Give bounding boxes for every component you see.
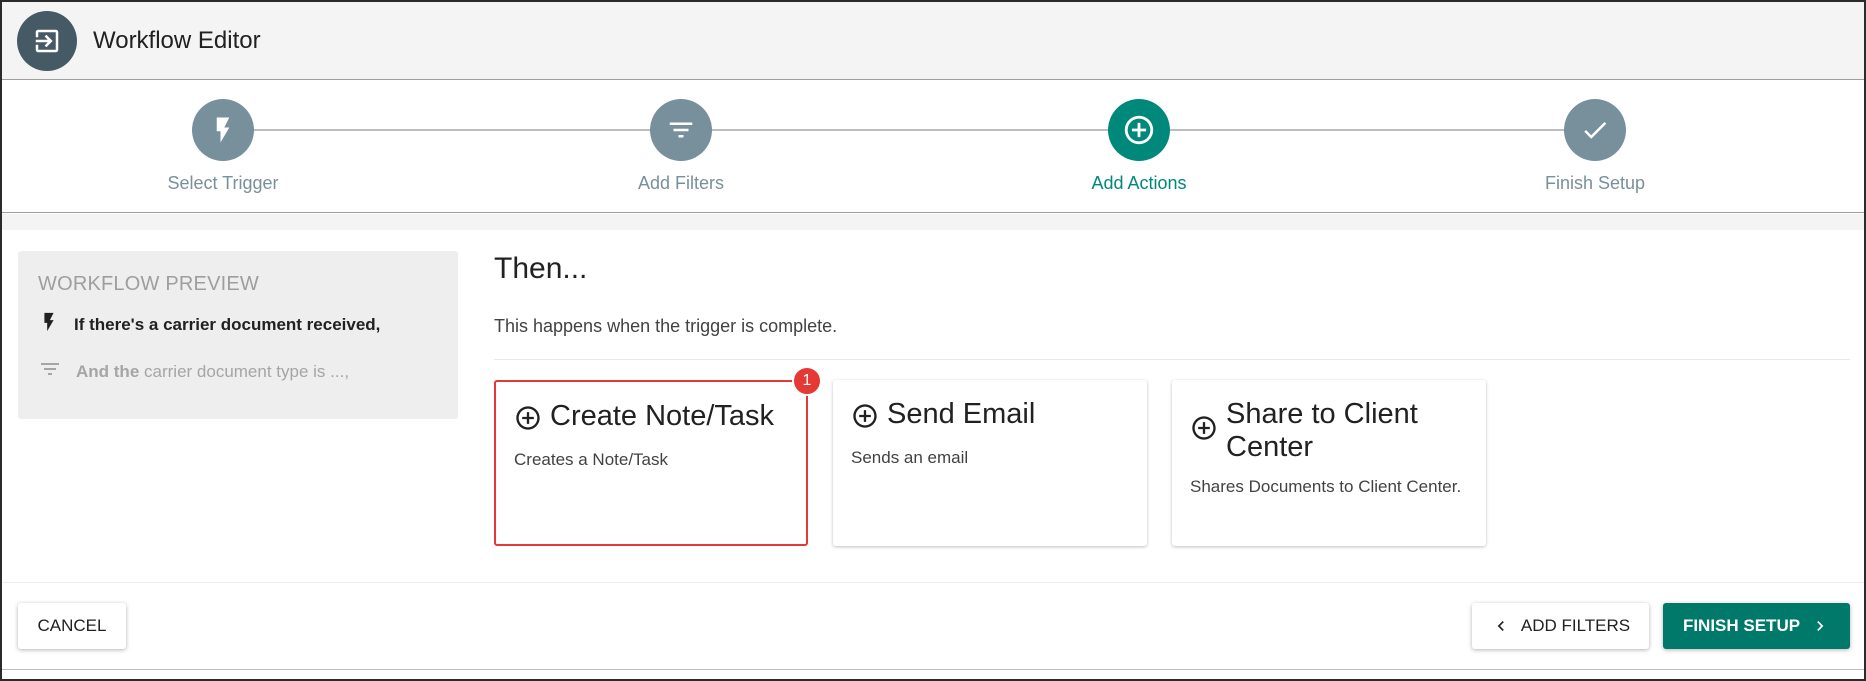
preview-filter-text: And the carrier document type is ..., xyxy=(76,362,349,382)
section-subtitle: This happens when the trigger is complet… xyxy=(494,316,838,336)
card-title: Create Note/Task xyxy=(550,400,775,432)
step-select-trigger[interactable]: Select Trigger xyxy=(113,99,333,194)
filter-icon xyxy=(650,99,712,161)
preview-filter-row: And the carrier document type is ..., xyxy=(38,357,438,386)
step-label: Finish Setup xyxy=(1544,173,1646,193)
bolt-icon xyxy=(38,310,60,339)
back-to-add-filters-button[interactable]: ADD FILTERS xyxy=(1472,603,1649,649)
card-description: Sends an email xyxy=(851,448,969,467)
bolt-icon xyxy=(192,99,254,161)
card-title: Share to Client Center xyxy=(1226,398,1418,463)
card-description: Creates a Note/Task xyxy=(514,450,669,469)
chevron-left-icon xyxy=(1491,616,1511,636)
add-circle-icon xyxy=(1108,99,1170,161)
card-description: Shares Documents to Client Center. xyxy=(1190,477,1462,496)
workflow-preview-panel: WORKFLOW PREVIEW If there's a carrier do… xyxy=(18,251,458,419)
finish-button-label: FINISH SETUP xyxy=(1682,616,1801,635)
preview-trigger-text: If there's a carrier document received, xyxy=(74,314,381,334)
cancel-button[interactable]: CANCEL xyxy=(18,603,126,649)
finish-setup-button[interactable]: FINISH SETUP xyxy=(1663,603,1850,649)
section-heading: Then... xyxy=(494,252,588,285)
step-finish-setup[interactable]: Finish Setup xyxy=(1485,99,1705,194)
add-circle-outline-icon xyxy=(1190,414,1218,447)
step-label: Add Filters xyxy=(637,173,725,193)
exit-to-app-icon[interactable] xyxy=(17,10,77,71)
section-divider xyxy=(2,214,1864,230)
action-card-create-note-task[interactable]: Create Note/Task Creates a Note/Task 1 xyxy=(494,366,822,546)
stepper-connector xyxy=(222,129,1582,131)
action-card-share-to-client-center[interactable]: Share to Client Center Shares Documents … xyxy=(1172,380,1486,546)
chevron-right-icon xyxy=(1810,616,1830,636)
check-icon xyxy=(1564,99,1626,161)
preview-filter-condition: carrier document type is ..., xyxy=(144,361,350,381)
step-label: Add Actions xyxy=(1091,173,1187,193)
selection-badge: 1 xyxy=(792,366,822,396)
page-title: Workflow Editor xyxy=(93,26,261,54)
action-card-send-email[interactable]: Send Email Sends an email xyxy=(833,380,1147,546)
actions-section: Then... This happens when the trigger is… xyxy=(494,252,1850,546)
workflow-stepper: Select Trigger Add Filters Add Actions F… xyxy=(2,81,1864,213)
filter-icon xyxy=(38,357,62,386)
preview-filter-prefix: And the xyxy=(76,361,140,381)
step-add-actions[interactable]: Add Actions xyxy=(1029,99,1249,194)
card-title: Send Email xyxy=(887,398,1036,430)
workflow-editor-window: Workflow Editor Select Trigger Add Filte… xyxy=(0,0,1866,681)
preview-title: WORKFLOW PREVIEW xyxy=(38,273,259,295)
step-add-filters[interactable]: Add Filters xyxy=(571,99,791,194)
add-circle-outline-icon xyxy=(851,402,879,435)
bottom-divider xyxy=(2,669,1864,670)
add-circle-outline-icon xyxy=(514,404,542,437)
back-button-label: ADD FILTERS xyxy=(1520,616,1631,635)
divider xyxy=(494,359,1850,360)
footer-divider xyxy=(2,582,1864,583)
preview-trigger-row: If there's a carrier document received, xyxy=(38,310,438,339)
header-bar: Workflow Editor xyxy=(2,2,1864,80)
step-label: Select Trigger xyxy=(167,173,279,193)
